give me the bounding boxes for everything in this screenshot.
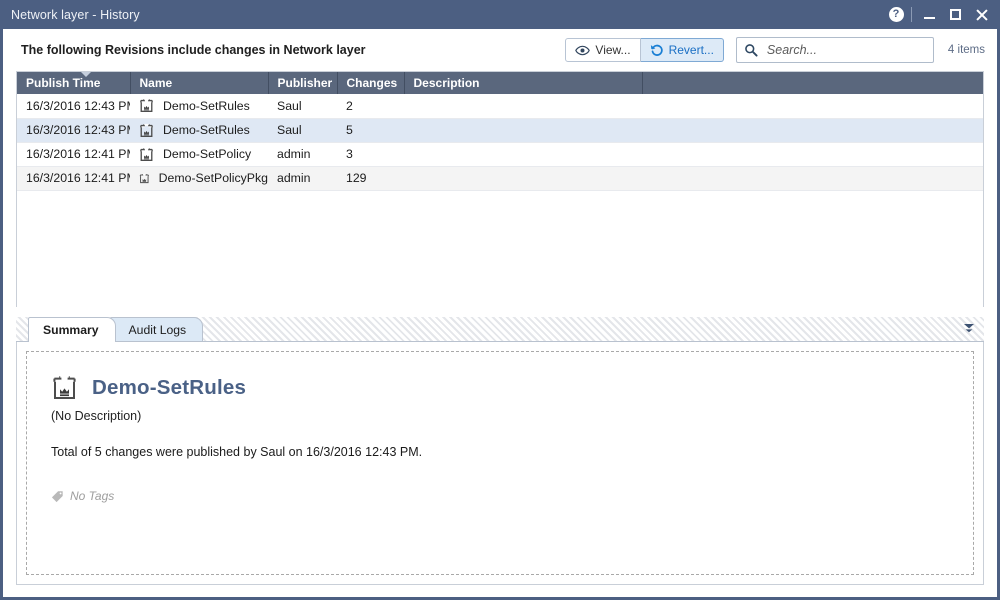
cell-changes: 3 bbox=[337, 142, 404, 167]
window-controls: ? bbox=[883, 3, 994, 27]
cell-name: Demo-SetPolicy bbox=[130, 142, 268, 167]
summary-header: Demo-SetRules bbox=[51, 374, 949, 401]
tab-audit-logs[interactable]: Audit Logs bbox=[109, 317, 204, 341]
cell-name: Demo-SetRules bbox=[130, 118, 268, 143]
search-icon bbox=[745, 44, 758, 57]
client-area: The following Revisions include changes … bbox=[3, 29, 997, 597]
cell-filler bbox=[642, 118, 983, 143]
revert-icon bbox=[650, 44, 663, 56]
revert-button[interactable]: Revert... bbox=[640, 38, 724, 62]
maximize-icon bbox=[949, 9, 961, 20]
close-button[interactable] bbox=[968, 3, 994, 27]
toolbar-heading: The following Revisions include changes … bbox=[21, 43, 366, 57]
table-row[interactable]: 16/3/2016 12:43 PM Demo-SetRules Saul 2 bbox=[17, 94, 983, 119]
cell-filler bbox=[642, 94, 983, 119]
tag-icon bbox=[51, 490, 63, 502]
cell-name-label: Demo-SetPolicyPkg bbox=[158, 171, 268, 185]
revision-icon bbox=[139, 173, 149, 183]
table-row[interactable]: 16/3/2016 12:41 PM Demo-SetPolicy admin 3 bbox=[17, 142, 983, 167]
column-header-name-label: Name bbox=[139, 76, 173, 90]
chevron-double-down-icon[interactable] bbox=[962, 321, 976, 335]
application-window: Network layer - History ? The following … bbox=[0, 0, 1000, 600]
cell-publisher: Saul bbox=[268, 94, 337, 119]
cell-name: Demo-SetRules bbox=[130, 94, 268, 119]
chevron-double-down-glyph bbox=[964, 324, 974, 333]
column-header-publish-time-label: Publish Time bbox=[26, 76, 101, 90]
tab-summary[interactable]: Summary bbox=[28, 317, 116, 342]
help-button[interactable]: ? bbox=[883, 3, 909, 27]
revision-icon bbox=[140, 123, 153, 137]
table-header-row: Publish Time Name Publisher Changes Desc… bbox=[17, 72, 983, 94]
cell-description bbox=[404, 94, 642, 119]
close-icon bbox=[975, 8, 988, 21]
column-header-description[interactable]: Description bbox=[404, 72, 643, 94]
cell-description bbox=[404, 166, 642, 191]
cell-changes: 2 bbox=[337, 94, 404, 119]
column-header-name[interactable]: Name bbox=[130, 72, 269, 94]
cell-name-label: Demo-SetPolicy bbox=[163, 147, 252, 161]
column-header-changes[interactable]: Changes bbox=[337, 72, 405, 94]
sort-descending-icon bbox=[81, 72, 91, 77]
cell-filler bbox=[642, 166, 983, 191]
cell-publish-time: 16/3/2016 12:41 PM bbox=[17, 166, 130, 191]
cell-description bbox=[404, 142, 642, 167]
minimize-button[interactable] bbox=[916, 3, 942, 27]
cell-name: Demo-SetPolicyPkg bbox=[130, 166, 268, 191]
tab-summary-label: Summary bbox=[43, 323, 99, 337]
column-header-description-label: Description bbox=[413, 76, 480, 90]
summary-content: Demo-SetRules (No Description) Total of … bbox=[26, 351, 974, 575]
tags-label: No Tags bbox=[70, 489, 115, 503]
cell-publisher: Saul bbox=[268, 118, 337, 143]
cell-changes: 5 bbox=[337, 118, 404, 143]
revision-icon bbox=[140, 99, 153, 113]
column-header-changes-label: Changes bbox=[346, 76, 398, 90]
cell-publish-time: 16/3/2016 12:43 PM bbox=[17, 94, 130, 119]
summary-panel: Demo-SetRules (No Description) Total of … bbox=[16, 342, 984, 585]
maximize-button[interactable] bbox=[942, 3, 968, 27]
tab-audit-logs-label: Audit Logs bbox=[128, 322, 187, 337]
table-body: 16/3/2016 12:43 PM Demo-SetRules Saul 2 16/3… bbox=[17, 94, 983, 191]
cell-publish-time: 16/3/2016 12:41 PM bbox=[17, 142, 130, 167]
cell-description bbox=[404, 118, 642, 143]
cell-filler bbox=[642, 142, 983, 167]
eye-icon bbox=[575, 45, 591, 55]
view-button-label: View... bbox=[595, 43, 631, 57]
cell-publish-time: 16/3/2016 12:43 PM bbox=[17, 118, 130, 143]
title-bar: Network layer - History ? bbox=[0, 0, 1000, 29]
column-header-publisher[interactable]: Publisher bbox=[268, 72, 338, 94]
window-title: Network layer - History bbox=[11, 7, 140, 22]
table-row[interactable]: 16/3/2016 12:43 PM Demo-SetRules Saul 5 bbox=[17, 118, 983, 143]
column-header-publish-time[interactable]: Publish Time bbox=[17, 72, 131, 94]
revision-icon bbox=[140, 147, 153, 161]
table-row[interactable]: 16/3/2016 12:41 PM Demo-SetPolicyPkg admin… bbox=[17, 166, 983, 191]
view-button[interactable]: View... bbox=[565, 38, 641, 62]
revision-icon bbox=[53, 375, 76, 399]
detail-tab-strip: Summary Audit Logs bbox=[16, 317, 984, 342]
cell-publisher: admin bbox=[268, 166, 337, 191]
toolbar: The following Revisions include changes … bbox=[3, 29, 997, 71]
help-circle-icon: ? bbox=[888, 7, 904, 22]
cell-publisher: admin bbox=[268, 142, 337, 167]
cell-name-label: Demo-SetRules bbox=[163, 123, 250, 137]
cell-name-label: Demo-SetRules bbox=[163, 98, 250, 113]
table-empty-space bbox=[17, 190, 983, 307]
summary-title: Demo-SetRules bbox=[92, 375, 247, 399]
summary-body-text: Total of 5 changes were published by Sau… bbox=[51, 445, 423, 459]
tags-row: No Tags bbox=[51, 489, 949, 503]
minimize-icon bbox=[923, 16, 935, 19]
revisions-table: Publish Time Name Publisher Changes Desc… bbox=[16, 71, 984, 307]
search-box[interactable] bbox=[735, 37, 934, 63]
revert-button-label: Revert... bbox=[668, 43, 714, 57]
cell-changes: 129 bbox=[337, 166, 404, 191]
titlebar-divider bbox=[911, 7, 912, 22]
column-header-filler bbox=[642, 72, 983, 94]
search-input[interactable] bbox=[764, 42, 932, 58]
column-header-publisher-label: Publisher bbox=[277, 76, 333, 90]
item-count-label: 4 items bbox=[947, 44, 985, 56]
summary-description: (No Description) bbox=[51, 409, 142, 423]
action-button-group: View... Revert... bbox=[565, 38, 724, 62]
